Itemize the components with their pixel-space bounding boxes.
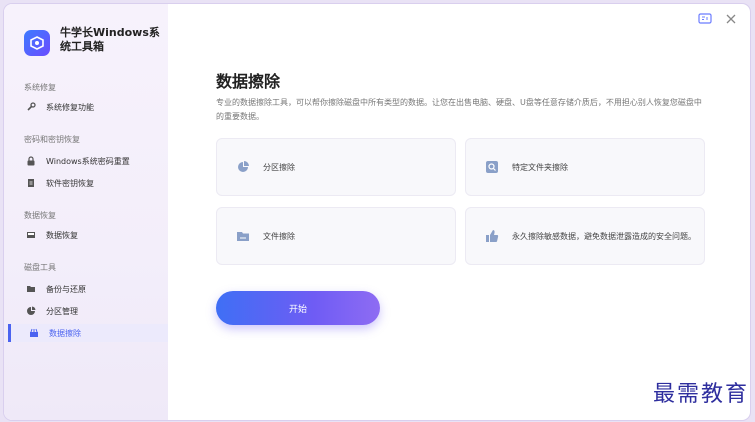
sidebar-item-label: 备份与还原 <box>46 284 86 294</box>
partition-icon <box>235 159 251 175</box>
sidebar-item-software-key[interactable]: 软件密钥恢复 <box>24 174 164 192</box>
sidebar-item-data-erase[interactable]: 数据擦除 <box>8 324 168 342</box>
sidebar-item-label: Windows系统密码重置 <box>46 156 130 166</box>
sidebar-item-backup-restore[interactable]: 备份与还原 <box>24 280 164 298</box>
main-panel: 数据擦除 专业的数据擦除工具，可以帮你擦除磁盘中所有类型的数据。让您在出售电脑、… <box>168 4 750 420</box>
folder-icon <box>24 284 38 294</box>
app-title: 牛学长Windows系统工具箱 <box>60 26 160 53</box>
sidebar-item-label: 数据恢复 <box>46 230 78 240</box>
sidebar-item-system-repair[interactable]: 系统修复功能 <box>24 98 164 116</box>
section-label-disk-tools: 磁盘工具 <box>24 263 56 272</box>
app-logo-icon <box>24 30 50 56</box>
document-icon <box>24 178 38 188</box>
sidebar-item-label: 数据擦除 <box>49 328 81 338</box>
section-label-data-recovery: 数据恢复 <box>24 211 56 220</box>
lock-icon <box>24 156 38 166</box>
page-description: 专业的数据擦除工具，可以帮你擦除磁盘中所有类型的数据。让您在出售电脑、硬盘、U盘… <box>216 98 702 121</box>
eraser-icon <box>27 328 41 338</box>
sidebar-item-data-recovery[interactable]: 数据恢复 <box>24 226 164 244</box>
sidebar-item-label: 系统修复功能 <box>46 102 94 112</box>
card-file-erase[interactable]: 文件擦除 <box>216 207 456 265</box>
disk-icon <box>24 230 38 240</box>
close-icon[interactable] <box>724 12 738 26</box>
sidebar-item-label: 分区管理 <box>46 306 78 316</box>
wrench-icon <box>24 102 38 112</box>
pie-icon <box>24 306 38 316</box>
section-label-password: 密码和密钥恢复 <box>24 135 80 144</box>
watermark: 最需教育 <box>652 382 749 407</box>
sidebar-item-windows-password[interactable]: Windows系统密码重置 <box>24 152 164 170</box>
start-button[interactable]: 开始 <box>216 291 380 325</box>
app-window: 牛学长Windows系统工具箱 系统修复 系统修复功能 密码和密钥恢复 Wind… <box>4 4 750 420</box>
card-label: 永久擦除敏感数据，避免数据泄露造成的安全问题。 <box>512 231 696 241</box>
thumbs-up-icon <box>484 228 500 244</box>
sidebar: 牛学长Windows系统工具箱 系统修复 系统修复功能 密码和密钥恢复 Wind… <box>4 4 168 420</box>
card-permanent-erase-info: 永久擦除敏感数据，避免数据泄露造成的安全问题。 <box>465 207 705 265</box>
section-label-system-repair: 系统修复 <box>24 83 56 92</box>
card-label: 特定文件夹擦除 <box>512 162 568 172</box>
card-folder-erase[interactable]: 特定文件夹擦除 <box>465 138 705 196</box>
page-title: 数据擦除 <box>216 72 281 91</box>
feedback-icon[interactable] <box>698 12 712 26</box>
file-folder-icon <box>235 228 251 244</box>
card-label: 分区擦除 <box>263 162 295 172</box>
sidebar-item-partition-manager[interactable]: 分区管理 <box>24 302 164 320</box>
card-partition-erase[interactable]: 分区擦除 <box>216 138 456 196</box>
folder-search-icon <box>484 159 500 175</box>
window-controls <box>698 12 738 26</box>
app-logo-area: 牛学长Windows系统工具箱 <box>24 26 160 56</box>
card-label: 文件擦除 <box>263 231 295 241</box>
sidebar-item-label: 软件密钥恢复 <box>46 178 94 188</box>
